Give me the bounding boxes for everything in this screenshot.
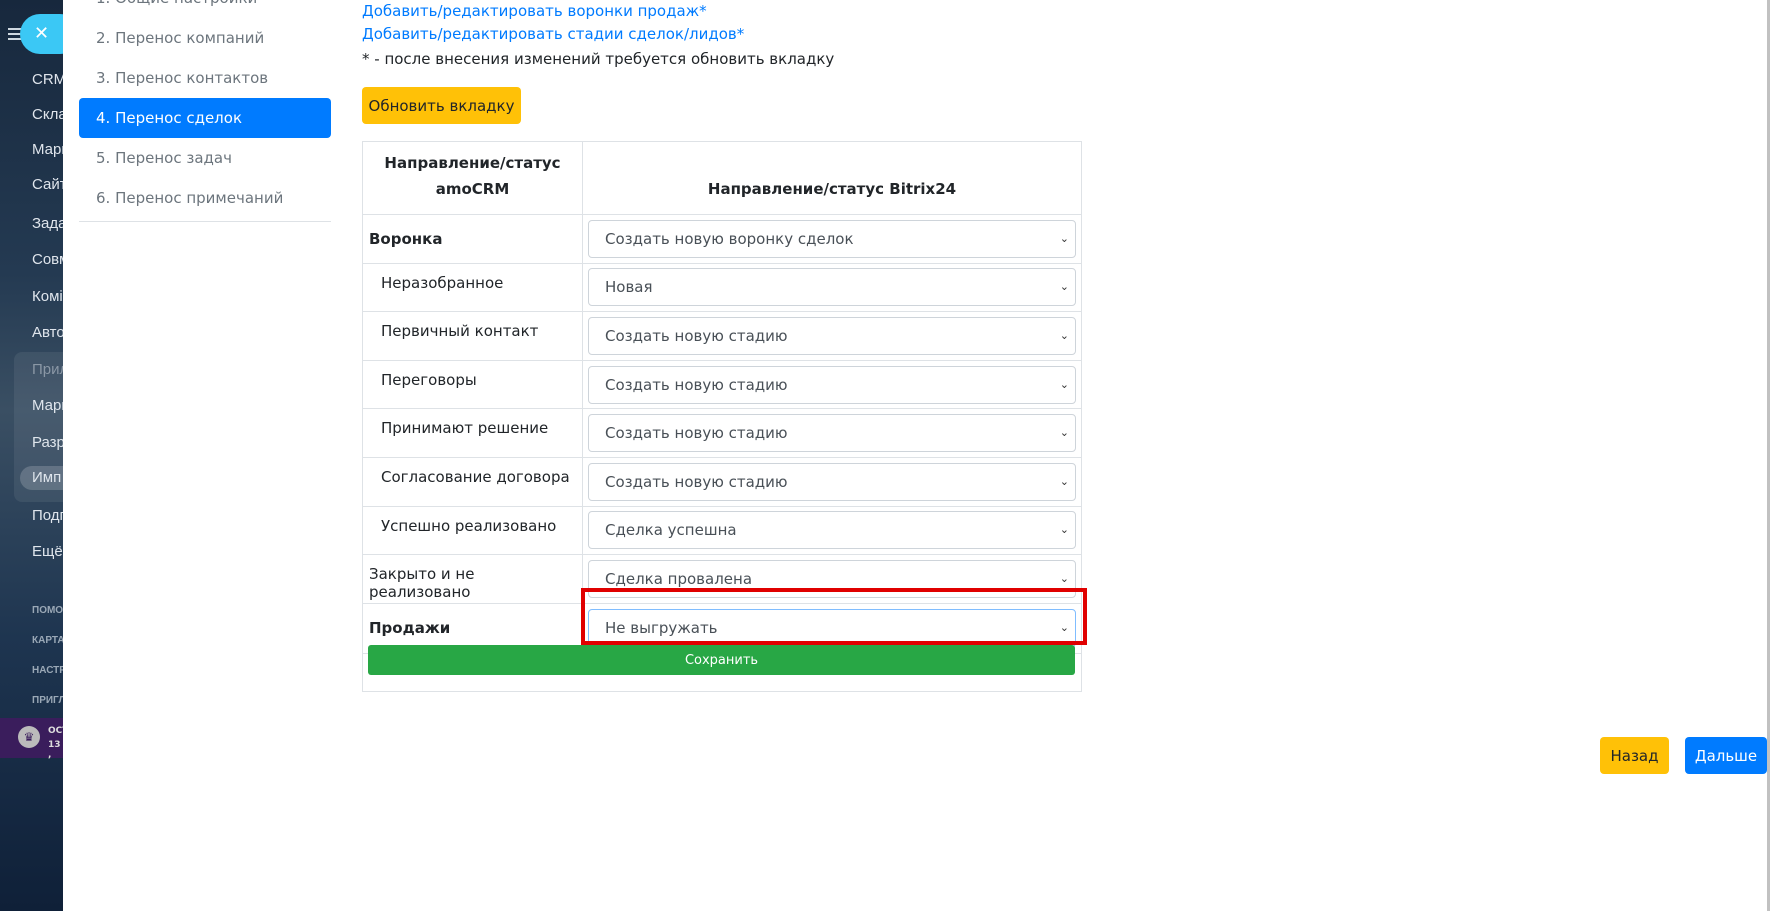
menu-item[interactable]: Сайт [32, 176, 63, 193]
refresh-tab-button[interactable]: Обновить вкладку [362, 87, 521, 124]
select-value: Сделка успешна [605, 521, 737, 540]
menu-item[interactable]: Совм [32, 251, 63, 268]
select-value: Создать новую стадию [605, 326, 788, 345]
chevron-down-icon: ⌄ [1059, 231, 1069, 245]
step-4[interactable]: 4. Перенос сделок [79, 98, 331, 138]
menu-link[interactable]: НАСТР [32, 665, 63, 676]
app-slider-panel: 1. Общие настройки 2. Перенос компаний 3… [63, 0, 1767, 911]
step-3[interactable]: 3. Перенос контактов [79, 58, 331, 98]
highlight-box [581, 588, 1087, 645]
row-label: Переговоры [362, 359, 583, 410]
step-1[interactable]: 1. Общие настройки [79, 0, 331, 18]
row-label: Принимают решение [362, 408, 583, 458]
step-6[interactable]: 6. Перенос примечаний [79, 178, 331, 218]
row-label: Воронка [362, 214, 583, 264]
menu-link[interactable]: ПОМО [32, 605, 63, 616]
menu-link[interactable]: ПРИГЛ [32, 695, 63, 706]
stage-select[interactable]: Новая ⌄ [588, 268, 1076, 307]
save-button[interactable]: Сохранить [368, 645, 1075, 675]
chevron-down-icon: ⌄ [1059, 377, 1069, 391]
chevron-down-icon: ⌄ [1059, 474, 1069, 488]
menu-item[interactable]: Скла [32, 106, 63, 123]
chevron-down-icon: ⌄ [1059, 328, 1069, 342]
stage-select[interactable]: Сделка успешна ⌄ [588, 511, 1076, 550]
menu-link[interactable]: КАРТА [32, 635, 63, 646]
chevron-down-icon: ⌄ [1059, 426, 1069, 440]
menu-item[interactable]: Подп [32, 507, 63, 524]
table-row: Принимают решение Создать новую стадию ⌄ [362, 408, 1082, 458]
table-row: Неразобранное Новая ⌄ [362, 262, 1082, 313]
close-icon: ✕ [34, 23, 50, 44]
menu-item[interactable]: Разр [32, 434, 63, 451]
menu-item[interactable]: Авто [32, 324, 63, 341]
select-value: Создать новую стадию [605, 424, 788, 443]
select-value: Сделка провалена [605, 569, 753, 588]
close-slider-button[interactable]: ✕ [20, 14, 63, 54]
next-button[interactable]: Дальше [1685, 737, 1767, 774]
table-row: Воронка Создать новую воронку сделок ⌄ [362, 214, 1082, 264]
row-label: Закрыто и не реализовано [362, 554, 583, 604]
table-row: Согласование договора Создать новую стади… [362, 456, 1082, 507]
table-row: Успешно реализовано Сделка успешна ⌄ [362, 505, 1082, 556]
crown-icon: ♛ [18, 726, 40, 748]
select-value: Создать новую стадию [605, 472, 788, 491]
menu-item[interactable]: Ещё [32, 543, 63, 560]
column-header-bitrix24: Направление/статус Bitrix24 [582, 141, 1082, 215]
table-row: Первичный контакт Создать новую стадию ⌄ [362, 311, 1082, 361]
step-5[interactable]: 5. Перенос задач [79, 138, 331, 178]
menu-item[interactable]: Марк [32, 397, 63, 414]
select-value: Создать новую воронку сделок [605, 229, 854, 248]
row-label: Неразобранное [362, 262, 583, 313]
chevron-down-icon: ⌄ [1059, 523, 1069, 537]
stage-select[interactable]: Создать новую стадию ⌄ [588, 316, 1076, 355]
row-label: Согласование договора [362, 456, 583, 507]
menu-item[interactable]: Имп [32, 469, 61, 486]
menu-item[interactable]: Марк [32, 141, 63, 158]
select-value: Создать новую стадию [605, 375, 788, 394]
funnel-select[interactable]: Создать новую воронку сделок ⌄ [588, 219, 1076, 258]
license-promo[interactable]: ♛ ОСТ 13 , [0, 718, 63, 760]
row-label: Первичный контакт [362, 311, 583, 361]
promo-line: ОСТ [48, 726, 63, 736]
menu-item[interactable]: Комі [32, 288, 63, 305]
stage-select[interactable]: Создать новую стадию ⌄ [588, 365, 1076, 404]
column-header-amocrm: Направление/статус amoCRM [362, 141, 583, 215]
step-2[interactable]: 2. Перенос компаний [79, 18, 331, 58]
bitrix-left-menu: CRM Скла Марк Сайт Зада Совм Комі Авто П… [0, 0, 63, 911]
row-label: Успешно реализовано [362, 505, 583, 556]
stage-select[interactable]: Создать новую стадию ⌄ [588, 462, 1076, 501]
menu-item[interactable]: Прил [32, 361, 63, 378]
menu-item[interactable]: Зада [32, 215, 63, 232]
chevron-down-icon: ⌄ [1059, 280, 1069, 294]
back-button[interactable]: Назад [1600, 737, 1669, 774]
menu-item[interactable]: CRM [32, 71, 63, 88]
edit-funnels-link[interactable]: Добавить/редактировать воронки продаж* [362, 2, 707, 20]
refresh-note: * - после внесения изменений требуется о… [362, 50, 835, 68]
steps-nav: 1. Общие настройки 2. Перенос компаний 3… [79, 0, 331, 222]
table-row: Переговоры Создать новую стадию ⌄ [362, 359, 1082, 410]
promo-line: 13 , [48, 740, 61, 760]
edit-stages-link[interactable]: Добавить/редактировать стадии сделок/лид… [362, 25, 744, 43]
select-value: Новая [605, 278, 653, 297]
stage-select[interactable]: Создать новую стадию ⌄ [588, 414, 1076, 453]
divider [79, 221, 331, 222]
